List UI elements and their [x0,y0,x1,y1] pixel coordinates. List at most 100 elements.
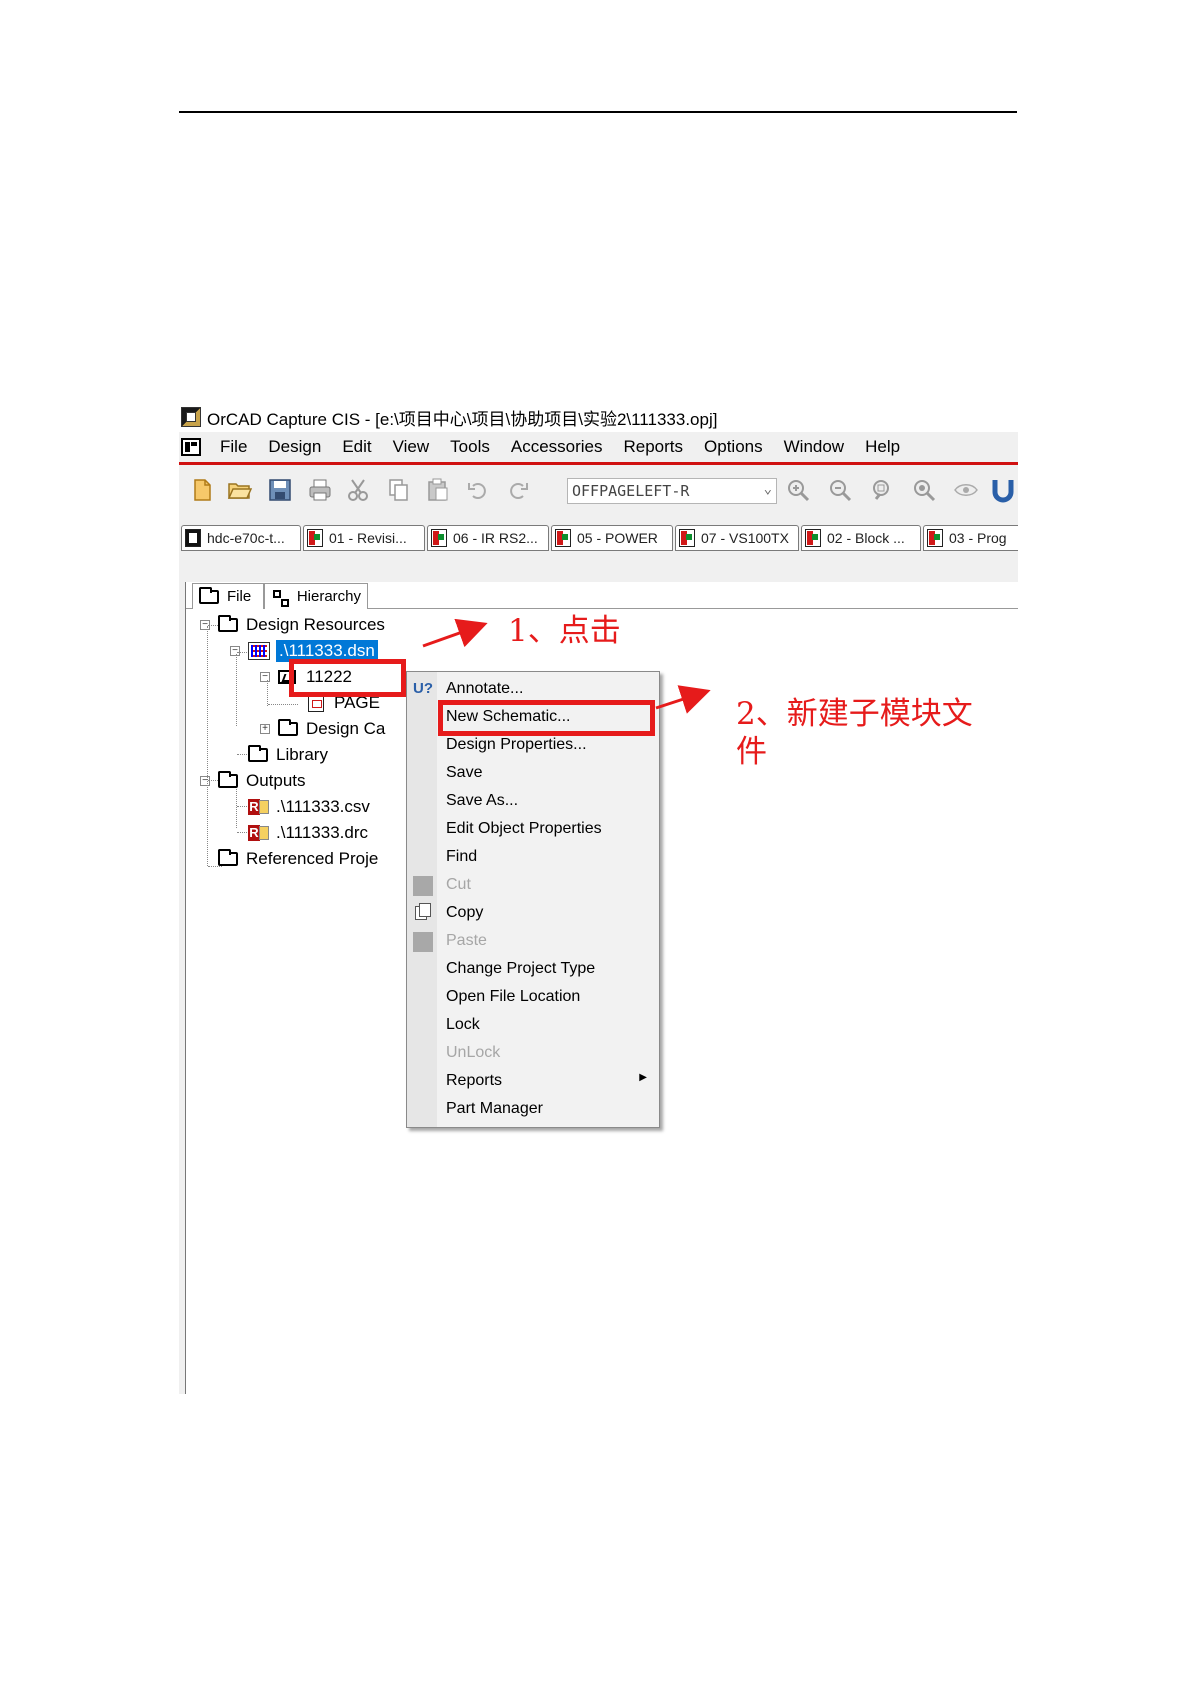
u-icon[interactable] [991,477,1017,503]
cut-icon [413,876,433,896]
menu-edit[interactable]: Edit [331,437,381,457]
highlight-dsn-box [289,659,406,697]
menu-item-paste[interactable]: Paste [407,928,659,955]
schematic-page-icon [431,529,447,547]
title-bar: OrCAD Capture CIS - [e:\项目中心\项目\协助项目\实验2… [179,402,1018,432]
menu-item-change-project-type[interactable]: Change Project Type [407,956,659,983]
collapse-icon[interactable]: − [200,776,210,786]
expand-icon[interactable]: + [260,724,270,734]
menu-item-open-file-location[interactable]: Open File Location [407,984,659,1011]
part-name-combo[interactable]: OFFPAGELEFT-R ⌄ [567,478,777,504]
menu-item-copy[interactable]: Copy [407,900,659,927]
schematic-page-icon [679,529,695,547]
folder-icon [248,745,268,762]
menu-item-reports[interactable]: Reports ▶ [407,1068,659,1095]
tree-referenced-projects[interactable]: Referenced Proje [218,846,378,872]
tree-drc-report[interactable]: R .\111333.drc [248,820,368,846]
menu-view[interactable]: View [382,437,440,457]
part-name-combo-value: OFFPAGELEFT-R [572,482,690,500]
tree-label: Referenced Proje [246,849,379,868]
zoom-in-icon[interactable] [785,477,811,503]
tab-hierarchy-label: Hierarchy [296,588,361,605]
doc-tab-6[interactable]: 03 - Prog [923,525,1018,551]
save-icon[interactable] [267,477,293,503]
doc-tab-5[interactable]: 02 - Block ... [801,525,921,551]
print-icon[interactable] [307,477,333,503]
doc-tab-label: 06 - IR RS2... [453,530,538,546]
menu-item-label: Change Project Type [446,960,596,977]
document-tab-bar: hdc-e70c-t... 01 - Revisi... 06 - IR RS2… [179,515,1018,553]
tree-design-cache[interactable]: + Design Ca [260,716,385,742]
menu-item-annotate[interactable]: U? Annotate... [407,676,659,703]
tree-design-resources[interactable]: − Design Resources [200,612,385,638]
menu-item-design-properties[interactable]: Design Properties... [407,732,659,759]
menu-reports[interactable]: Reports [613,437,694,457]
tab-file[interactable]: File [192,583,264,609]
doc-tab-label: 07 - VS100TX [701,530,789,546]
menu-item-label: Annotate... [446,680,524,697]
schematic-page-icon [805,529,821,547]
eye-icon[interactable] [953,477,979,503]
menu-file[interactable]: File [209,437,257,457]
doc-tab-0[interactable]: hdc-e70c-t... [181,525,301,551]
paste-icon[interactable] [425,477,451,503]
window-title: OrCAD Capture CIS - [e:\项目中心\项目\协助项目\实验2… [207,409,718,429]
tree-label: .\111333.drc [276,823,368,842]
undo-icon[interactable] [465,477,491,503]
hierarchy-icon [271,589,289,607]
status-strip [179,553,1018,583]
tree-csv-report[interactable]: R .\111333.csv [248,794,370,820]
cis-document-icon [185,529,201,547]
doc-tab-1[interactable]: 01 - Revisi... [303,525,425,551]
doc-tab-2[interactable]: 06 - IR RS2... [427,525,549,551]
menu-item-save-as[interactable]: Save As... [407,788,659,815]
collapse-icon[interactable]: − [260,672,270,682]
menu-item-edit-object-properties[interactable]: Edit Object Properties [407,816,659,843]
chevron-down-icon[interactable]: ⌄ [764,481,772,497]
copy-icon[interactable] [385,477,411,503]
menu-item-save[interactable]: Save [407,760,659,787]
menu-item-cut[interactable]: Cut [407,872,659,899]
zoom-area-icon[interactable] [869,477,895,503]
new-file-icon[interactable] [189,477,215,503]
tree-label: Library [276,745,328,764]
folder-icon [218,771,238,788]
context-menu: U? Annotate... New Schematic... Design P… [406,671,660,1128]
schematic-page-icon [307,529,323,547]
tree-label: Design Resources [246,615,385,634]
collapse-icon[interactable]: − [230,646,240,656]
doc-tab-label: 02 - Block ... [827,530,905,546]
submenu-arrow-icon: ▶ [639,1072,647,1083]
menu-tools[interactable]: Tools [439,437,500,457]
design-file-icon [248,642,270,660]
paste-icon [413,932,433,952]
document-menu-icon[interactable] [181,438,201,456]
menu-item-label: Save [446,764,483,781]
zoom-all-icon[interactable] [911,477,937,503]
orcad-app-icon [181,407,201,427]
menu-item-part-manager[interactable]: Part Manager [407,1096,659,1123]
menu-help[interactable]: Help [854,437,910,457]
tree-library[interactable]: Library [248,742,328,768]
menu-window[interactable]: Window [773,437,854,457]
menu-design[interactable]: Design [257,437,331,457]
tree-outputs[interactable]: − Outputs [200,768,306,794]
report-file-icon: R [248,824,270,842]
menu-item-find[interactable]: Find [407,844,659,871]
doc-tab-4[interactable]: 07 - VS100TX [675,525,799,551]
collapse-icon[interactable]: − [200,620,210,630]
menu-accessories[interactable]: Accessories [500,437,613,457]
cut-icon[interactable] [345,477,371,503]
folder-icon [199,586,219,604]
tab-hierarchy[interactable]: Hierarchy [264,583,368,609]
doc-tab-3[interactable]: 05 - POWER [551,525,673,551]
zoom-out-icon[interactable] [827,477,853,503]
tree-label: .\111333.csv [276,797,370,816]
menu-item-unlock[interactable]: UnLock [407,1040,659,1067]
open-folder-icon[interactable] [227,477,253,503]
menu-options[interactable]: Options [693,437,773,457]
menu-item-label: Find [446,848,478,865]
redo-icon[interactable] [505,477,531,503]
menu-item-lock[interactable]: Lock [407,1012,659,1039]
left-frame-border [179,582,186,1394]
